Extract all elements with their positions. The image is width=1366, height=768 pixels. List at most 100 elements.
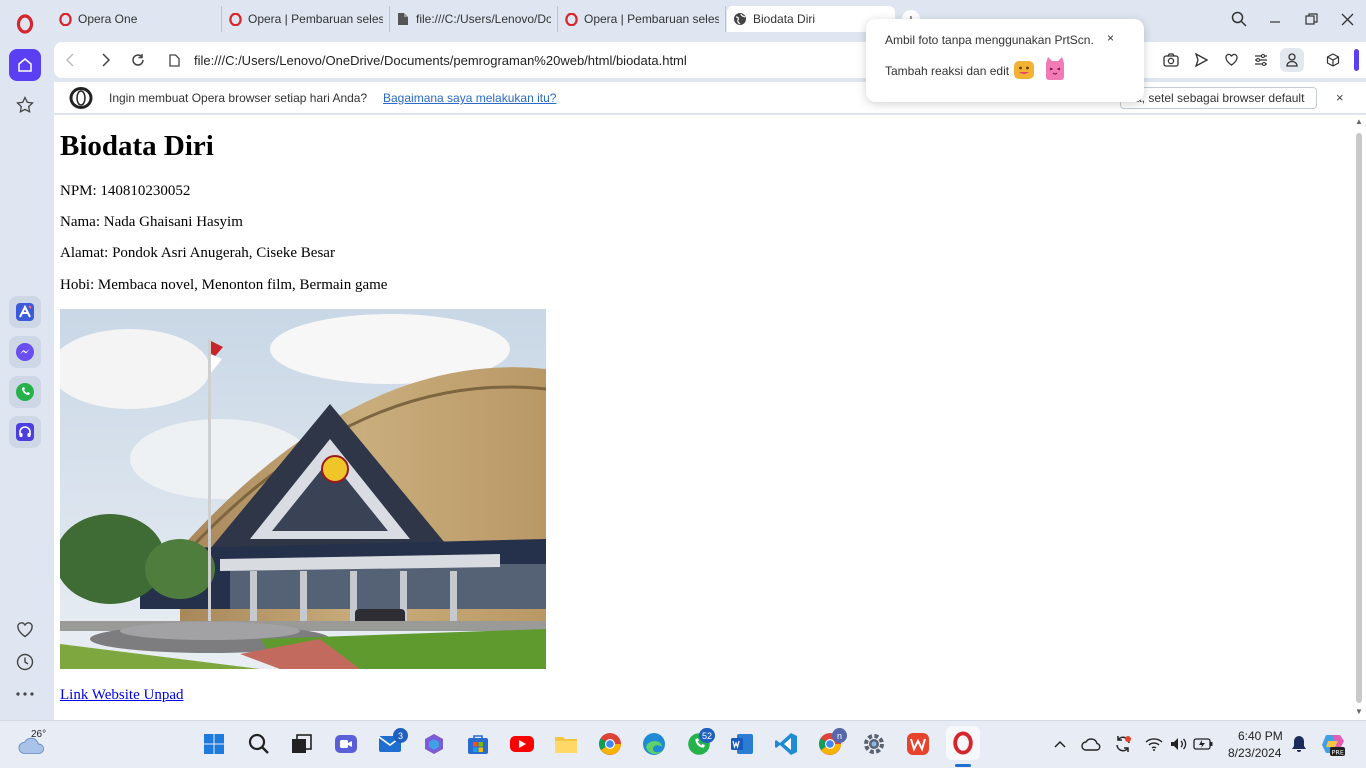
- sidebar-my-flow[interactable]: [9, 614, 41, 646]
- emoji-happy-icon: [1013, 59, 1035, 84]
- tab-opera-update-1[interactable]: Opera | Pembaruan selesai: [222, 6, 390, 32]
- tray-battery[interactable]: [1190, 731, 1216, 757]
- profile-button[interactable]: [1280, 48, 1304, 72]
- restore-button[interactable]: [1299, 8, 1323, 30]
- infobar-close-button[interactable]: ×: [1336, 90, 1344, 105]
- scroll-thumb[interactable]: [1356, 133, 1362, 703]
- close-icon: [1341, 13, 1353, 25]
- taskbar-copilot[interactable]: [421, 731, 447, 757]
- sidebar-more[interactable]: [9, 678, 41, 710]
- windows-taskbar: 26° 3 52 n 6:40 PM 8/23/2024 PRE: [0, 720, 1366, 768]
- emoji-cat-icon: [1044, 55, 1066, 84]
- clock-date[interactable]: 8/23/2024: [1228, 746, 1281, 760]
- opera-menu-button[interactable]: [9, 8, 41, 40]
- taskbar-opera[interactable]: [946, 726, 980, 760]
- vertical-scrollbar[interactable]: ▲ ▼: [1352, 115, 1366, 720]
- svg-text:PRE: PRE: [1332, 749, 1345, 757]
- tab-opera-one[interactable]: Opera One: [52, 6, 222, 32]
- chevron-left-icon: [65, 53, 74, 67]
- taskbar-youtube[interactable]: [509, 731, 535, 757]
- heart-icon: [1224, 53, 1238, 66]
- tray-volume[interactable]: [1166, 731, 1192, 757]
- taskbar-edge[interactable]: [641, 731, 667, 757]
- tab-label: Opera One: [78, 12, 138, 26]
- clock-time[interactable]: 6:40 PM: [1238, 729, 1283, 743]
- tray-onedrive[interactable]: [1078, 731, 1104, 757]
- tab-label: Opera | Pembaruan selesai: [248, 12, 383, 26]
- url-field[interactable]: file:///C:/Users/Lenovo/OneDrive/Documen…: [194, 53, 687, 68]
- search-tabs-button[interactable]: [1227, 8, 1251, 30]
- task-view-button[interactable]: [289, 731, 315, 757]
- taskbar-meet[interactable]: [333, 731, 359, 757]
- tab-local-file[interactable]: file:///C:/Users/Lenovo/Do: [390, 6, 558, 32]
- easy-setup-button[interactable]: [1252, 51, 1270, 69]
- windows-icon: [204, 734, 224, 754]
- taskbar-store[interactable]: [465, 731, 491, 757]
- snapshot-tip-popup: Ambil foto tanpa menggunakan PrtScn. × T…: [866, 19, 1144, 102]
- bell-icon: [1292, 736, 1306, 752]
- popup-close-button[interactable]: ×: [1107, 31, 1114, 45]
- reload-button[interactable]: [128, 50, 148, 70]
- chevron-right-icon: [102, 53, 111, 67]
- wps-icon: [907, 733, 929, 755]
- clock-icon: [16, 653, 34, 671]
- globe-icon: [733, 12, 747, 26]
- copilot-preview-button[interactable]: PRE: [1320, 731, 1346, 757]
- page-info-button[interactable]: [164, 50, 184, 70]
- taskbar-file-explorer[interactable]: [553, 731, 579, 757]
- extensions-button[interactable]: [1324, 51, 1342, 69]
- sidebar-messenger[interactable]: [9, 336, 41, 368]
- restore-icon: [1304, 12, 1318, 25]
- reload-icon: [132, 54, 144, 66]
- taskbar-chrome[interactable]: [597, 731, 623, 757]
- taskbar-search-button[interactable]: [246, 731, 272, 757]
- infobar-help-link[interactable]: Bagaimana saya melakukan itu?: [383, 91, 556, 105]
- scroll-down-icon[interactable]: ▼: [1355, 707, 1363, 716]
- alamat-line: Alamat: Pondok Asri Anugerah, Ciseke Bes…: [60, 245, 335, 261]
- scroll-up-icon[interactable]: ▲: [1355, 117, 1363, 126]
- notifications-button[interactable]: [1286, 731, 1312, 757]
- sidebar-aria[interactable]: [9, 296, 41, 328]
- send-button[interactable]: [1192, 51, 1210, 69]
- sidebar-speed-dial[interactable]: [9, 89, 41, 121]
- campus-building-photo: [60, 309, 546, 669]
- minimize-button[interactable]: [1263, 8, 1287, 30]
- aria-icon: [16, 303, 34, 321]
- settings-sliders-icon: [1255, 54, 1267, 66]
- forward-button[interactable]: [96, 50, 116, 70]
- file-icon: [396, 12, 410, 26]
- sidebar-toggle[interactable]: [1354, 49, 1359, 71]
- snapshot-button[interactable]: [1162, 51, 1180, 69]
- tab-opera-update-2[interactable]: Opera | Pembaruan selesai: [558, 6, 726, 32]
- bookmark-button[interactable]: [1222, 51, 1240, 69]
- start-button[interactable]: [201, 731, 227, 757]
- sidebar-whatsapp[interactable]: [9, 376, 41, 408]
- sidebar-home[interactable]: [9, 49, 41, 81]
- opera-icon: [953, 731, 973, 755]
- user-icon: [1286, 53, 1298, 67]
- taskbar-vscode[interactable]: [773, 731, 799, 757]
- tab-label: Opera | Pembaruan selesai: [584, 12, 719, 26]
- search-icon: [248, 733, 269, 754]
- taskbar-word[interactable]: [729, 731, 755, 757]
- set-default-button[interactable]: a, setel sebagai browser default: [1120, 87, 1317, 109]
- tray-sync[interactable]: [1110, 731, 1136, 757]
- infobar-message: Ingin membuat Opera browser setiap hari …: [109, 91, 368, 105]
- taskbar-wps[interactable]: [905, 731, 931, 757]
- home-icon: [18, 58, 32, 72]
- opera-logo-icon: [16, 14, 34, 34]
- opera-icon: [228, 12, 242, 26]
- sidebar-music[interactable]: [9, 416, 41, 448]
- video-call-icon: [335, 735, 357, 753]
- show-hidden-icons-button[interactable]: [1047, 731, 1073, 757]
- tray-wifi[interactable]: [1141, 731, 1167, 757]
- taskbar-settings[interactable]: [861, 731, 887, 757]
- back-button[interactable]: [60, 50, 80, 70]
- unpad-website-link[interactable]: Link Website Unpad: [60, 687, 184, 704]
- sidebar-history[interactable]: [9, 646, 41, 678]
- vscode-icon: [775, 733, 797, 755]
- whatsapp-icon: [16, 383, 34, 401]
- camera-icon: [1163, 53, 1179, 67]
- close-window-button[interactable]: [1335, 8, 1359, 30]
- page-viewport: Biodata Diri NPM: 140810230052 Nama: Nad…: [54, 115, 1366, 720]
